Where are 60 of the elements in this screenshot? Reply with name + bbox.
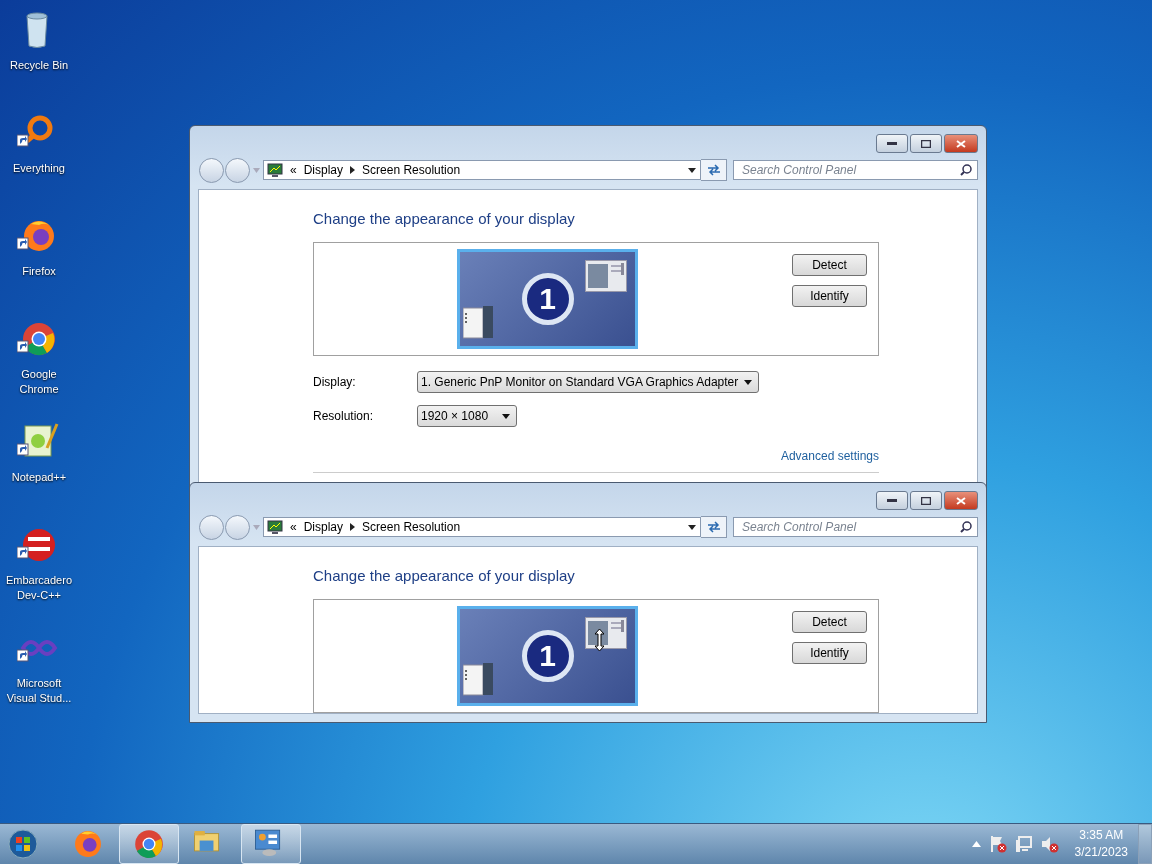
close-icon[interactable] [956,139,966,148]
desktop-icon-label[interactable]: Embarcadero Dev-C++ [1,573,77,603]
start-menu-preview-icon [463,306,493,340]
taskbar-button[interactable] [241,824,301,864]
desktop-icon-label[interactable]: Firefox [1,264,77,279]
monitor-icon [267,162,283,178]
field-label: Resolution: [313,409,375,423]
maximize-icon[interactable] [921,496,931,505]
page-heading: Change the appearance of your display [313,209,576,229]
breadcrumb-item[interactable]: Screen Resolution [362,520,461,534]
window-preview-icon [585,260,627,292]
dropdown-arrow-icon[interactable] [688,167,696,173]
page-heading: Change the appearance of your display [313,566,576,586]
dropdown[interactable]: 1920 × 1080 [417,405,517,427]
desktop-icon-label[interactable]: Recycle Bin [1,58,77,73]
show-hidden-icons-icon[interactable] [971,841,981,847]
advanced-settings-link[interactable]: Advanced settings [780,449,879,463]
action-button[interactable]: Detect [792,611,867,633]
minimize-icon[interactable] [887,498,897,503]
address-bar[interactable]: « Display Screen Resolution [263,160,701,180]
search-field[interactable]: Search Control Panel [733,517,978,537]
monitor-icon [267,519,283,535]
monitor-thumbnail[interactable]: 1 [457,606,638,706]
breadcrumb-item[interactable]: Display [303,520,344,534]
close-icon[interactable] [956,496,966,505]
overflow-chevron[interactable]: « [290,520,297,534]
separator-arrow-icon[interactable] [350,523,356,531]
window-preview-icon [585,617,627,649]
desktop-icon-label[interactable]: Notepad++ [1,470,77,485]
monitor-thumbnail[interactable]: 1 [457,249,638,349]
search-icon [960,521,972,533]
action-button[interactable]: Identify [792,285,867,307]
dropdown-arrow-icon[interactable] [502,413,510,419]
taskbar-button[interactable] [119,824,179,864]
breadcrumb-item[interactable]: Screen Resolution [362,163,461,177]
speaker-icon[interactable] [1040,835,1059,853]
dropdown-arrow-icon[interactable] [688,524,696,530]
dropdown-arrow-icon[interactable] [744,379,753,385]
start-menu-preview-icon [463,663,493,697]
field-label: Display: [313,375,357,389]
separator-arrow-icon[interactable] [350,166,356,174]
desktop-icon-label[interactable]: Everything [1,161,77,176]
desktop-icon-label[interactable]: Microsoft Visual Stud... [1,676,77,706]
flag-icon[interactable] [988,835,1007,853]
desktop-icon-label[interactable]: Google Chrome [1,367,77,397]
search-icon [960,164,972,176]
action-button[interactable]: Detect [792,254,867,276]
monitor-number: 1 [521,273,574,325]
minimize-icon[interactable] [887,141,897,146]
maximize-icon[interactable] [921,139,931,148]
dropdown[interactable]: 1. Generic PnP Monitor on Standard VGA Graphics Adapter [417,371,760,393]
network-icon[interactable] [1014,835,1033,853]
monitor-number: 1 [521,630,574,682]
overflow-chevron[interactable]: « [290,163,297,177]
action-button[interactable]: Identify [792,642,867,664]
breadcrumb-item[interactable]: Display [303,163,344,177]
search-field[interactable]: Search Control Panel [733,160,978,180]
address-bar[interactable]: « Display Screen Resolution [263,517,701,537]
refresh-icon[interactable] [706,521,721,533]
refresh-icon[interactable] [706,164,721,176]
